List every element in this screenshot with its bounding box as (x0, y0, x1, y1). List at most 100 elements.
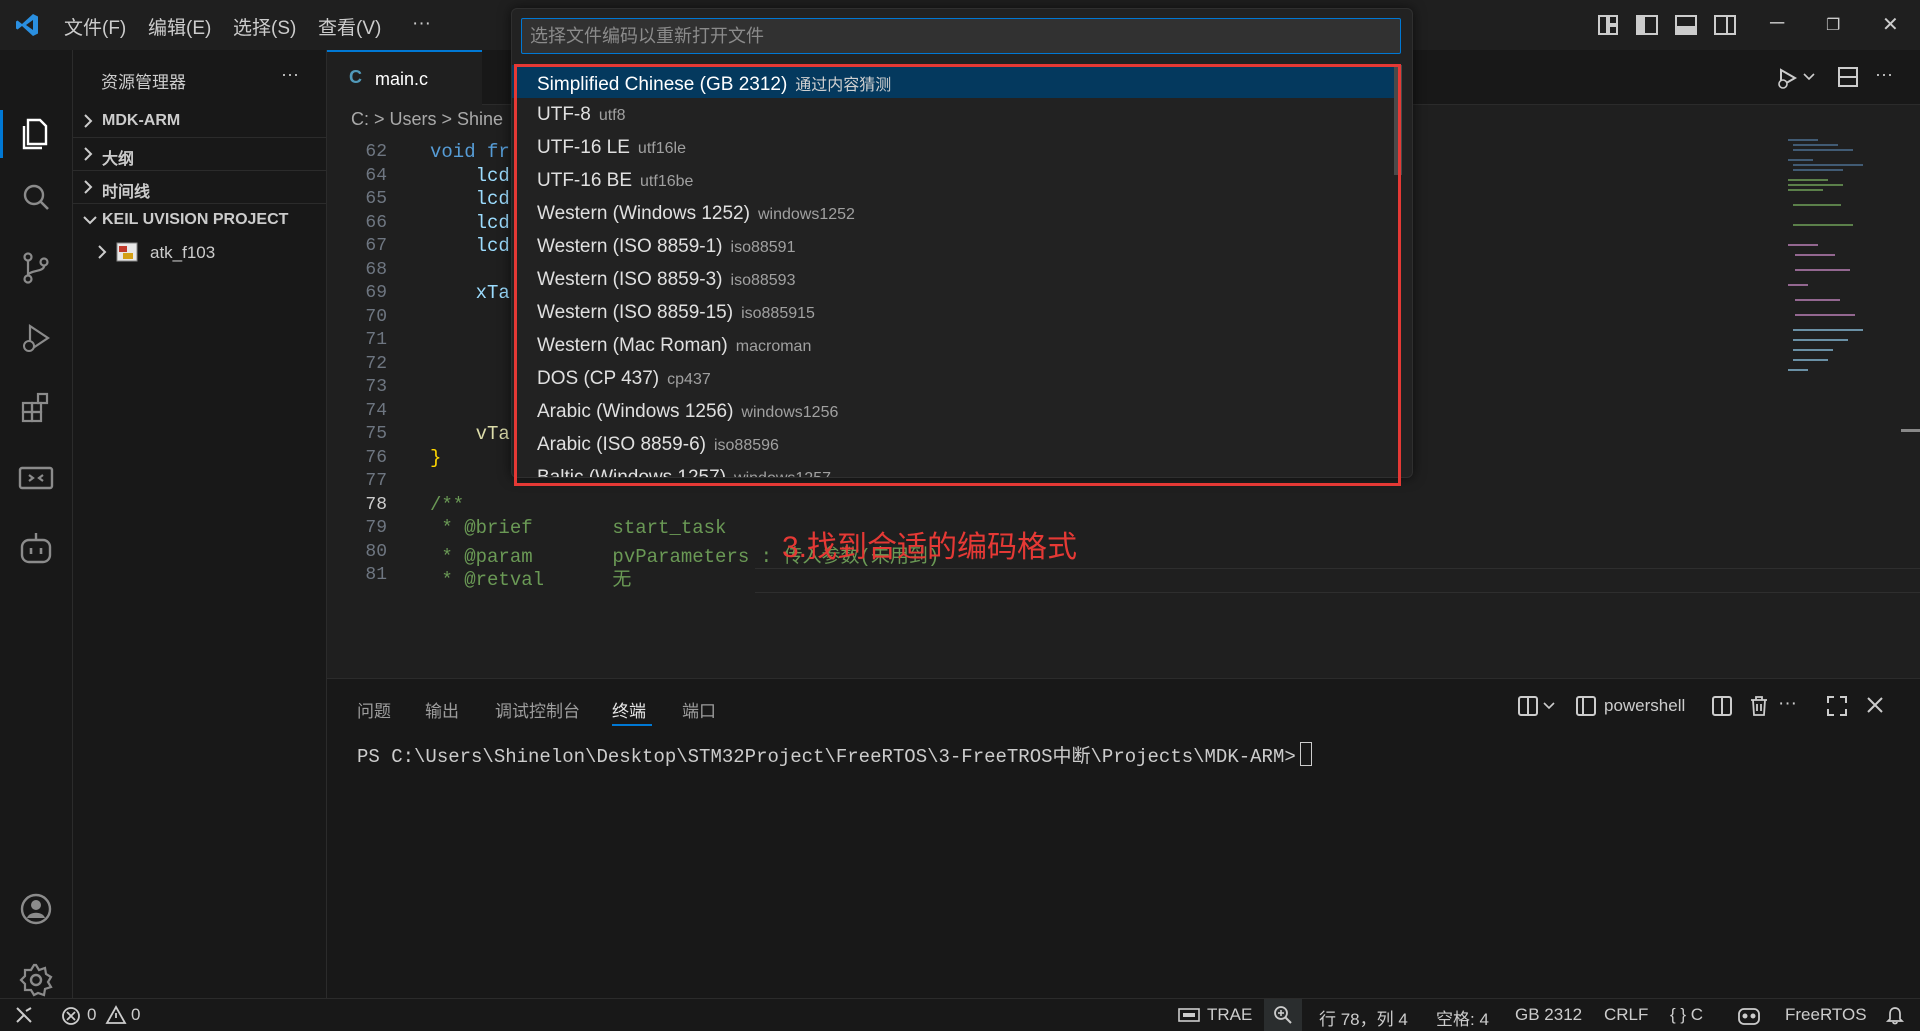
tab-debug-console[interactable]: 调试控制台 (495, 697, 580, 722)
project-item-atk-f103[interactable]: atk_f103 (73, 236, 326, 268)
new-terminal-split-icon[interactable] (1517, 695, 1539, 717)
tab-terminal[interactable]: 终端 (612, 697, 646, 722)
search-icon[interactable] (16, 178, 56, 218)
code-line: * @retval 无 (430, 569, 632, 591)
tab-ports[interactable]: 端口 (682, 697, 716, 722)
terminal-instance-icon (1576, 696, 1596, 716)
tab-output[interactable]: 输出 (425, 697, 459, 722)
chevron-right-icon (98, 245, 107, 259)
line-number: 70 (365, 306, 387, 327)
copilot-icon[interactable] (1737, 1004, 1761, 1026)
remote-indicator-icon[interactable] (14, 1005, 34, 1025)
code-line: void fr (430, 141, 510, 163)
trae-status[interactable]: TRAE (1207, 1005, 1252, 1025)
trash-icon[interactable] (1748, 694, 1770, 718)
indentation[interactable]: 空格: 4 (1436, 1005, 1489, 1030)
run-code-icon[interactable] (1775, 66, 1801, 90)
code-line: lcd (430, 164, 510, 187)
line-number: 78 (365, 494, 387, 515)
line-number: 67 (365, 236, 387, 256)
panel-more-actions-button[interactable]: ··· (1778, 693, 1797, 715)
zoom-icon (1274, 1006, 1292, 1024)
line-number: 75 (365, 424, 387, 444)
zoom-indicator[interactable] (1264, 999, 1302, 1031)
terminal-prompt: PS C:\Users\Shinelon\Desktop\STM32Projec… (357, 746, 1296, 768)
freertos-status[interactable]: FreeRTOS (1785, 1005, 1867, 1025)
end-of-line[interactable]: CRLF (1604, 1005, 1648, 1025)
quick-pick-input[interactable] (521, 18, 1401, 54)
explorer-sidebar: 资源管理器 ··· MDK-ARM 大纲 时间线 KEIL UVISION PR… (73, 50, 327, 998)
terminal-output[interactable]: PS C:\Users\Shinelon\Desktop\STM32Projec… (357, 741, 1312, 768)
annotation-text: 3.找到合适的编码格式 (782, 531, 1078, 564)
section-label: 大纲 (102, 151, 135, 168)
code-line: * @brief start_task (430, 517, 727, 539)
settings-gear-icon[interactable] (16, 960, 56, 1000)
toggle-panel-icon[interactable] (1675, 14, 1697, 36)
menu-select[interactable]: 选择(S) (233, 13, 296, 40)
close-panel-icon[interactable] (1865, 695, 1885, 715)
vscode-logo-icon (16, 14, 38, 36)
active-tab-underline (612, 724, 652, 726)
source-control-icon[interactable] (16, 248, 56, 288)
menu-more[interactable]: ··· (412, 13, 431, 35)
section-mdk-arm[interactable]: MDK-ARM (73, 105, 326, 137)
section-label: MDK-ARM (102, 112, 181, 129)
breadcrumb[interactable]: C: > Users > Shine (351, 109, 503, 130)
menu-view[interactable]: 查看(V) (318, 13, 381, 40)
close-window-icon[interactable]: ✕ (1882, 12, 1899, 37)
line-number: 80 (365, 541, 387, 562)
code-line: xTa (430, 282, 510, 304)
line-number: 68 (365, 259, 387, 280)
remote-explorer-icon[interactable] (16, 458, 56, 498)
terminal-name[interactable]: powershell (1604, 696, 1685, 716)
extensions-icon[interactable] (16, 388, 56, 428)
split-terminal-icon[interactable] (1711, 695, 1733, 717)
chevron-down-icon[interactable] (1803, 72, 1815, 82)
warning-count[interactable]: 0 (131, 1005, 140, 1025)
notifications-bell-icon[interactable] (1885, 1005, 1905, 1025)
line-number: 81 (365, 565, 387, 585)
explorer-icon[interactable] (16, 114, 56, 154)
line-number: 71 (365, 330, 387, 350)
minimize-icon[interactable]: ─ (1770, 12, 1784, 35)
line-number: 73 (365, 377, 387, 397)
toggle-secondary-sidebar-icon[interactable] (1714, 14, 1736, 36)
chevron-down-icon[interactable] (1543, 701, 1555, 711)
section-timeline[interactable]: 时间线 (73, 171, 326, 203)
trae-keyboard-icon (1178, 1008, 1200, 1022)
highlight-annotation-box (514, 64, 1401, 486)
section-keil-project[interactable]: KEIL UVISION PROJECT (73, 204, 326, 236)
copilot-robot-icon[interactable] (16, 528, 56, 568)
maximize-panel-icon[interactable] (1826, 695, 1848, 717)
line-number: 65 (365, 189, 387, 209)
accounts-icon[interactable] (16, 889, 56, 929)
sidebar-title: 资源管理器 (101, 73, 186, 92)
tab-main-c[interactable]: C main.c (327, 50, 482, 106)
file-encoding[interactable]: GB 2312 (1515, 1005, 1582, 1025)
error-icon[interactable] (61, 1006, 81, 1026)
scrollbar-position-marker (1901, 429, 1920, 432)
toggle-sidebar-icon[interactable] (1636, 14, 1658, 36)
customize-layout-icon[interactable] (1597, 14, 1619, 36)
restore-icon[interactable]: ❐ (1826, 15, 1840, 35)
cursor-position[interactable]: 行 78，列 4 (1319, 1005, 1408, 1030)
run-debug-icon[interactable] (16, 318, 56, 358)
menu-file[interactable]: 文件(F) (64, 13, 126, 40)
tab-problems[interactable]: 问题 (357, 697, 391, 722)
section-outline[interactable]: 大纲 (73, 138, 326, 170)
chevron-right-icon (84, 114, 93, 128)
section-label: KEIL UVISION PROJECT (102, 211, 289, 228)
line-number: 62 (365, 142, 387, 162)
status-bar: 0 0 TRAE 行 78，列 4 空格: 4 GB 2312 CRLF { }… (0, 998, 1920, 1031)
error-count[interactable]: 0 (87, 1005, 96, 1025)
sidebar-more-actions-button[interactable]: ··· (281, 64, 299, 85)
c-file-icon: C (349, 67, 362, 87)
line-number: 77 (365, 471, 387, 491)
editor-more-actions-button[interactable]: ··· (1875, 64, 1893, 85)
line-number: 74 (365, 400, 387, 421)
language-mode[interactable]: { } C (1670, 1005, 1703, 1025)
split-editor-icon[interactable] (1837, 66, 1859, 88)
minimap[interactable] (1783, 134, 1893, 384)
menu-edit[interactable]: 编辑(E) (148, 13, 211, 40)
warning-icon[interactable] (105, 1005, 127, 1025)
